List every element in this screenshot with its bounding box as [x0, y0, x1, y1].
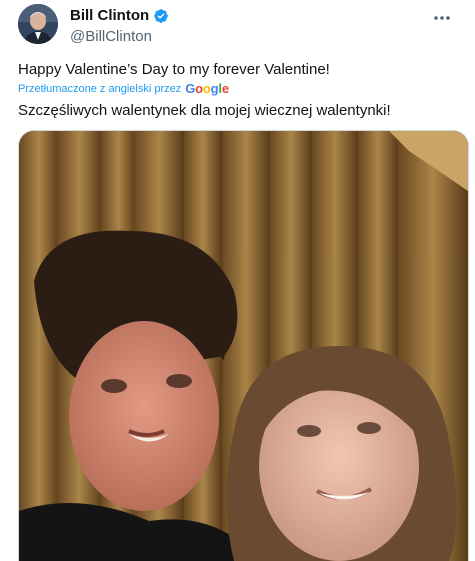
display-name[interactable]: Bill Clinton	[70, 6, 149, 26]
author-block: Bill Clinton @BillClinton	[70, 6, 169, 47]
tweet-header: Bill Clinton @BillClinton	[18, 4, 463, 48]
google-logo: Google	[185, 81, 229, 96]
avatar[interactable]	[18, 4, 58, 44]
tweet-text: Happy Valentine’s Day to my forever Vale…	[18, 61, 330, 78]
tweet-photo[interactable]	[18, 130, 469, 561]
translation-label: Przetłumaczone z angielski przez	[18, 82, 182, 95]
translated-text: Szczęśliwych walentynek dla mojej wieczn…	[18, 102, 391, 119]
author-handle[interactable]: @BillClinton	[70, 27, 169, 47]
verified-badge-icon	[153, 8, 169, 24]
more-options-icon[interactable]	[429, 8, 455, 28]
translation-attribution[interactable]: Przetłumaczone z angielski przez Google	[18, 81, 229, 96]
